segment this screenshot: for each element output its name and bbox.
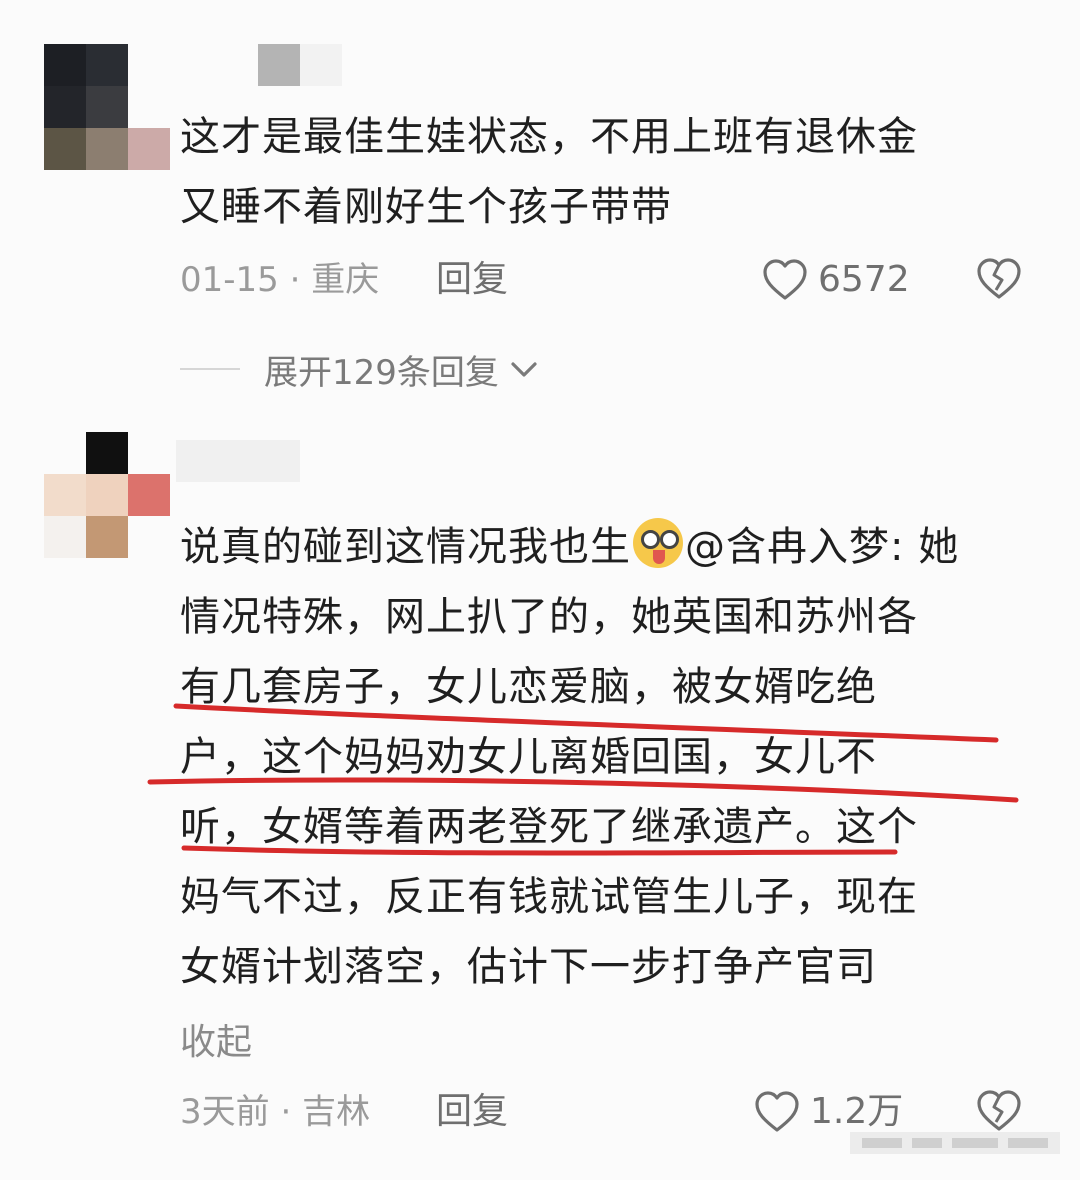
comment-2-line-5: 听，女婿等着两老登死了继承遗产。这个	[180, 804, 918, 850]
username-2-blurred[interactable]	[176, 440, 300, 482]
divider	[180, 368, 240, 370]
meta-separator: ·	[280, 1092, 292, 1132]
comment-2-line-3: 有几套房子，女儿恋爱脑，被女婿吃绝	[180, 664, 877, 710]
comment-1-line-2: 又睡不着刚好生个孩子带带	[180, 184, 672, 230]
comment-2-line-2: 情况特殊，网上扒了的，她英国和苏州各	[180, 594, 918, 640]
comment-2-line-4: 户，这个妈妈劝女儿离婚回国，女儿不	[180, 734, 877, 780]
comment-2-location: 吉林	[302, 1092, 371, 1132]
comment-1-meta: 01-15 · 重庆	[180, 255, 379, 305]
comment-1-text: 这才是最佳生娃状态，不用上班有退休金 又睡不着刚好生个孩子带带	[180, 102, 1040, 242]
chevron-down-icon	[511, 362, 537, 377]
comment-1-reply-button[interactable]: 回复	[436, 255, 508, 305]
comment-2-line-6: 妈气不过，反正有钱就试管生儿子，现在	[180, 874, 918, 920]
username-1-blurred[interactable]	[258, 44, 342, 86]
collapse-link[interactable]: 收起	[180, 1018, 252, 1068]
comment-2-line-1-a: 说真的碰到这情况我也生	[180, 524, 631, 570]
comment-1-dislike-button[interactable]	[976, 257, 1022, 305]
comment-1-line-1: 这才是最佳生娃状态，不用上班有退休金	[180, 114, 918, 160]
broken-heart-icon	[977, 1090, 1021, 1131]
heart-outline-icon	[755, 1091, 799, 1132]
comment-2-reply-button[interactable]: 回复	[436, 1087, 508, 1137]
comment-2-line-7: 女婿计划落空，估计下一步打争产官司	[180, 944, 877, 990]
broken-heart-icon	[977, 258, 1021, 299]
heart-outline-icon	[763, 259, 807, 300]
comment-1-like-button[interactable]: 6572	[762, 255, 910, 305]
comment-2-mention[interactable]: @含冉入梦: 她	[685, 524, 959, 570]
comment-2-line-1: 说真的碰到这情况我也生 @含冉入梦: 她	[180, 512, 1040, 582]
comment-1-date: 01-15	[180, 260, 279, 300]
meta-separator: ·	[289, 260, 301, 300]
avatar-2[interactable]	[44, 432, 172, 560]
avatar-1[interactable]	[44, 44, 172, 172]
comment-2-text: 说真的碰到这情况我也生 @含冉入梦: 她 情况特殊，网上扒了的，她英国和苏州各 有…	[180, 512, 1040, 1002]
expand-replies-row[interactable]: 展开129条回复	[180, 342, 541, 396]
dizzy-tongue-emoji-icon	[633, 518, 683, 568]
comment-1-like-count: 6572	[818, 259, 910, 300]
comment-2-date: 3天前	[180, 1092, 270, 1132]
watermark	[850, 1132, 1060, 1154]
comment-2-meta: 3天前 · 吉林	[180, 1087, 370, 1137]
expand-replies-link[interactable]: 展开129条回复	[264, 345, 499, 394]
comment-1-location: 重庆	[311, 260, 380, 300]
